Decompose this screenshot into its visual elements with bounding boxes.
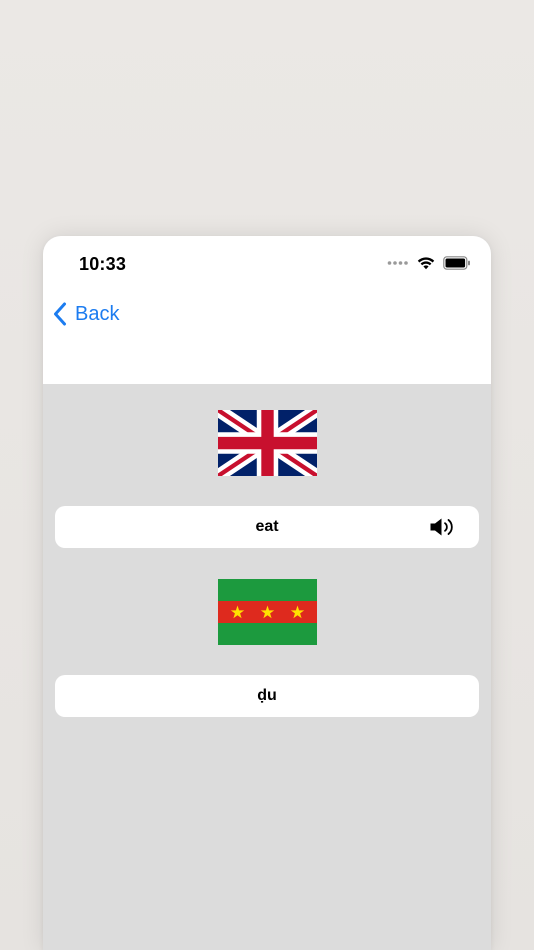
navigation-bar: Back (43, 298, 491, 334)
header-area: 10:33 Back (43, 236, 491, 384)
green-red-three-star-flag-icon (218, 579, 317, 645)
battery-icon (443, 256, 470, 270)
status-icons (387, 256, 471, 270)
status-time: 10:33 (79, 254, 127, 274)
back-button[interactable]: Back (53, 302, 119, 326)
translation-content: eat ḍu (43, 384, 491, 950)
source-word: eat (255, 518, 279, 535)
target-word: ḍu (257, 687, 277, 704)
phone-screen: 10:33 Back eat ḍu (43, 236, 491, 950)
wifi-icon (417, 257, 435, 270)
status-bar: 10:33 (43, 236, 491, 292)
uk-flag-icon (218, 410, 317, 476)
target-word-card[interactable]: ḍu (55, 675, 479, 717)
back-label: Back (75, 302, 120, 325)
speaker-icon[interactable] (429, 516, 455, 538)
source-word-card[interactable]: eat (55, 506, 479, 548)
cellular-dots-icon (387, 261, 408, 265)
chevron-left-icon (54, 302, 66, 326)
